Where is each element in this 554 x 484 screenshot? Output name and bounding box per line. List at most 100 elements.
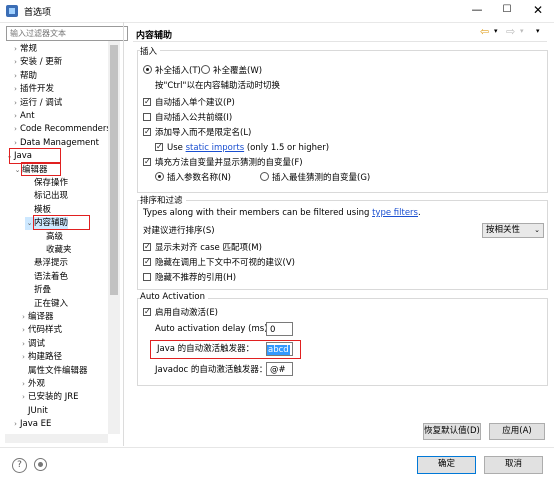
- insert-group-label: 插入: [140, 45, 161, 57]
- eclipse-app-icon: [6, 5, 18, 17]
- help-icon[interactable]: ?: [12, 458, 27, 473]
- tree-item-label: JUnit: [28, 405, 48, 416]
- radio-param-names[interactable]: 插入参数名称(N): [155, 172, 231, 184]
- tree-item[interactable]: › 代码样式: [19, 324, 62, 337]
- tree-item[interactable]: › 运行 / 调试: [11, 97, 62, 110]
- tree-item[interactable]: › 帮助: [11, 70, 37, 83]
- chevron-right-icon[interactable]: ›: [19, 351, 28, 364]
- tree-item[interactable]: › 编译器: [19, 311, 53, 324]
- chevron-right-icon[interactable]: ›: [11, 70, 20, 83]
- window-title: 首选项: [24, 8, 52, 18]
- add-import[interactable]: 添加导入而不是限定名(L): [143, 126, 252, 139]
- fill-method-args-checkbox[interactable]: [143, 156, 151, 168]
- tree-item-label: Ant: [20, 111, 35, 121]
- tree-item[interactable]: › Ant: [11, 110, 35, 123]
- tree-item[interactable]: 悬浮提示: [25, 257, 68, 270]
- close-icon[interactable]: ✕: [522, 0, 554, 22]
- hide-not-visible-label: 隐藏在调用上下文中不可视的建议(V): [155, 258, 295, 268]
- tree-item[interactable]: › 外观: [19, 378, 45, 391]
- auto-insert-single[interactable]: 自动插入单个建议(P): [143, 96, 235, 109]
- tree-item[interactable]: › 常规: [11, 43, 37, 56]
- cancel-button[interactable]: 取消: [484, 456, 543, 474]
- forward-arrow-icon[interactable]: ⇨: [506, 25, 515, 38]
- back-dropdown-icon[interactable]: ▾: [494, 27, 498, 35]
- tree-item[interactable]: 收藏夹: [37, 244, 72, 257]
- show-camel-case-checkbox[interactable]: [143, 241, 151, 253]
- tree-item[interactable]: › 插件开发: [11, 83, 54, 96]
- auto-insert-prefix[interactable]: 自动插入公共前缀(I): [143, 112, 232, 124]
- minimize-icon[interactable]: —: [462, 0, 492, 22]
- use-static-imports-checkbox[interactable]: [155, 141, 163, 153]
- tree-item[interactable]: 属性文件编辑器: [19, 365, 88, 378]
- fill-method-args[interactable]: 填充方法自变量并显示猜测的自变量(F): [143, 156, 303, 169]
- tree-item[interactable]: 语法着色: [25, 271, 68, 284]
- chevron-right-icon[interactable]: ›: [11, 43, 20, 56]
- tree-item[interactable]: › Code Recommenders: [11, 123, 111, 136]
- chevron-right-icon[interactable]: ›: [19, 311, 28, 324]
- tree-item[interactable]: › 构建路径: [19, 351, 62, 364]
- chevron-right-icon[interactable]: ›: [11, 83, 20, 96]
- tree-item[interactable]: 正在键入: [25, 298, 68, 311]
- ok-button[interactable]: 确定: [417, 456, 476, 474]
- chevron-right-icon[interactable]: ›: [11, 110, 20, 123]
- radio-insert-dot[interactable]: [143, 65, 152, 74]
- maximize-icon[interactable]: ☐: [492, 0, 522, 22]
- tree-item[interactable]: 标记出现: [25, 190, 68, 203]
- auto-insert-prefix-checkbox[interactable]: [143, 113, 151, 121]
- add-import-checkbox[interactable]: [143, 126, 151, 138]
- record-icon[interactable]: [34, 458, 47, 471]
- tree-item[interactable]: 保存操作: [25, 177, 68, 190]
- tree-scrollbar-thumb[interactable]: [110, 45, 118, 295]
- radio-overwrite[interactable]: 补全覆盖(W): [201, 65, 262, 77]
- tree-item[interactable]: 高级: [37, 231, 63, 244]
- enable-auto-activation-checkbox[interactable]: [143, 306, 151, 318]
- pane-divider[interactable]: [123, 22, 124, 446]
- bottom-separator: [0, 447, 554, 448]
- add-import-label: 添加导入而不是限定名(L): [155, 128, 252, 138]
- radio-guessed-args[interactable]: 插入最佳猜测的自变量(G): [260, 172, 370, 184]
- hide-not-visible-checkbox[interactable]: [143, 256, 151, 268]
- radio-overwrite-dot[interactable]: [201, 65, 210, 74]
- chevron-right-icon[interactable]: ›: [19, 324, 28, 337]
- tree-item-label: 安装 / 更新: [20, 57, 63, 68]
- radio-guessed-args-dot[interactable]: [260, 172, 269, 181]
- tree-horizontal-scrollbar[interactable]: [5, 434, 108, 443]
- chevron-right-icon[interactable]: ›: [11, 97, 20, 110]
- tree-item[interactable]: › 调试: [19, 338, 45, 351]
- use-static-imports[interactable]: Use static imports (only 1.5 or higher): [155, 141, 329, 154]
- forward-dropdown-icon[interactable]: ▾: [520, 27, 524, 35]
- restore-defaults-button[interactable]: 恢复默认值(D): [423, 423, 481, 440]
- filter-input[interactable]: [6, 26, 128, 41]
- type-filters-link[interactable]: type filters: [372, 208, 418, 218]
- delay-input[interactable]: 0: [266, 322, 293, 336]
- view-menu-icon[interactable]: ▾: [536, 27, 540, 35]
- radio-insert[interactable]: 补全插入(T): [143, 65, 201, 77]
- tree-item[interactable]: › 安装 / 更新: [11, 56, 62, 69]
- tree-item-label: 收藏夹: [46, 245, 72, 255]
- back-arrow-icon[interactable]: ⇦: [480, 25, 489, 38]
- delay-label: Auto activation delay (ms):: [155, 324, 271, 334]
- tree-item[interactable]: 折叠: [25, 284, 51, 297]
- auto-insert-single-checkbox[interactable]: [143, 96, 151, 108]
- hide-deprecated[interactable]: 隐藏不推荐的引用(H): [143, 272, 236, 284]
- chevron-right-icon[interactable]: ›: [11, 418, 20, 431]
- chevron-right-icon[interactable]: ›: [11, 123, 20, 136]
- tree-item[interactable]: › Java EE: [11, 418, 51, 431]
- static-imports-link[interactable]: static imports: [186, 143, 245, 153]
- chevron-right-icon[interactable]: ›: [11, 56, 20, 69]
- sort-proposals-select[interactable]: 按相关性 ⌄: [482, 223, 544, 238]
- enable-auto-activation[interactable]: 启用自动激活(E): [143, 306, 218, 319]
- hide-not-visible[interactable]: 隐藏在调用上下文中不可视的建议(V): [143, 256, 295, 269]
- show-camel-case[interactable]: 显示未对齐 case 匹配项(M): [143, 241, 262, 254]
- chevron-right-icon[interactable]: ›: [19, 338, 28, 351]
- tree-item[interactable]: › 已安装的 JRE: [19, 391, 78, 404]
- chevron-right-icon[interactable]: ›: [19, 378, 28, 391]
- radio-param-names-dot[interactable]: [155, 172, 164, 181]
- hide-deprecated-checkbox[interactable]: [143, 273, 151, 281]
- apply-button[interactable]: 应用(A): [489, 423, 545, 440]
- chevron-right-icon[interactable]: ›: [19, 391, 28, 404]
- javadoc-triggers-input[interactable]: @#: [266, 362, 293, 376]
- tree-item[interactable]: JUnit: [19, 405, 48, 418]
- tree-item-label: 高级: [46, 231, 64, 242]
- tree-item-label: Code Recommenders: [20, 124, 111, 135]
